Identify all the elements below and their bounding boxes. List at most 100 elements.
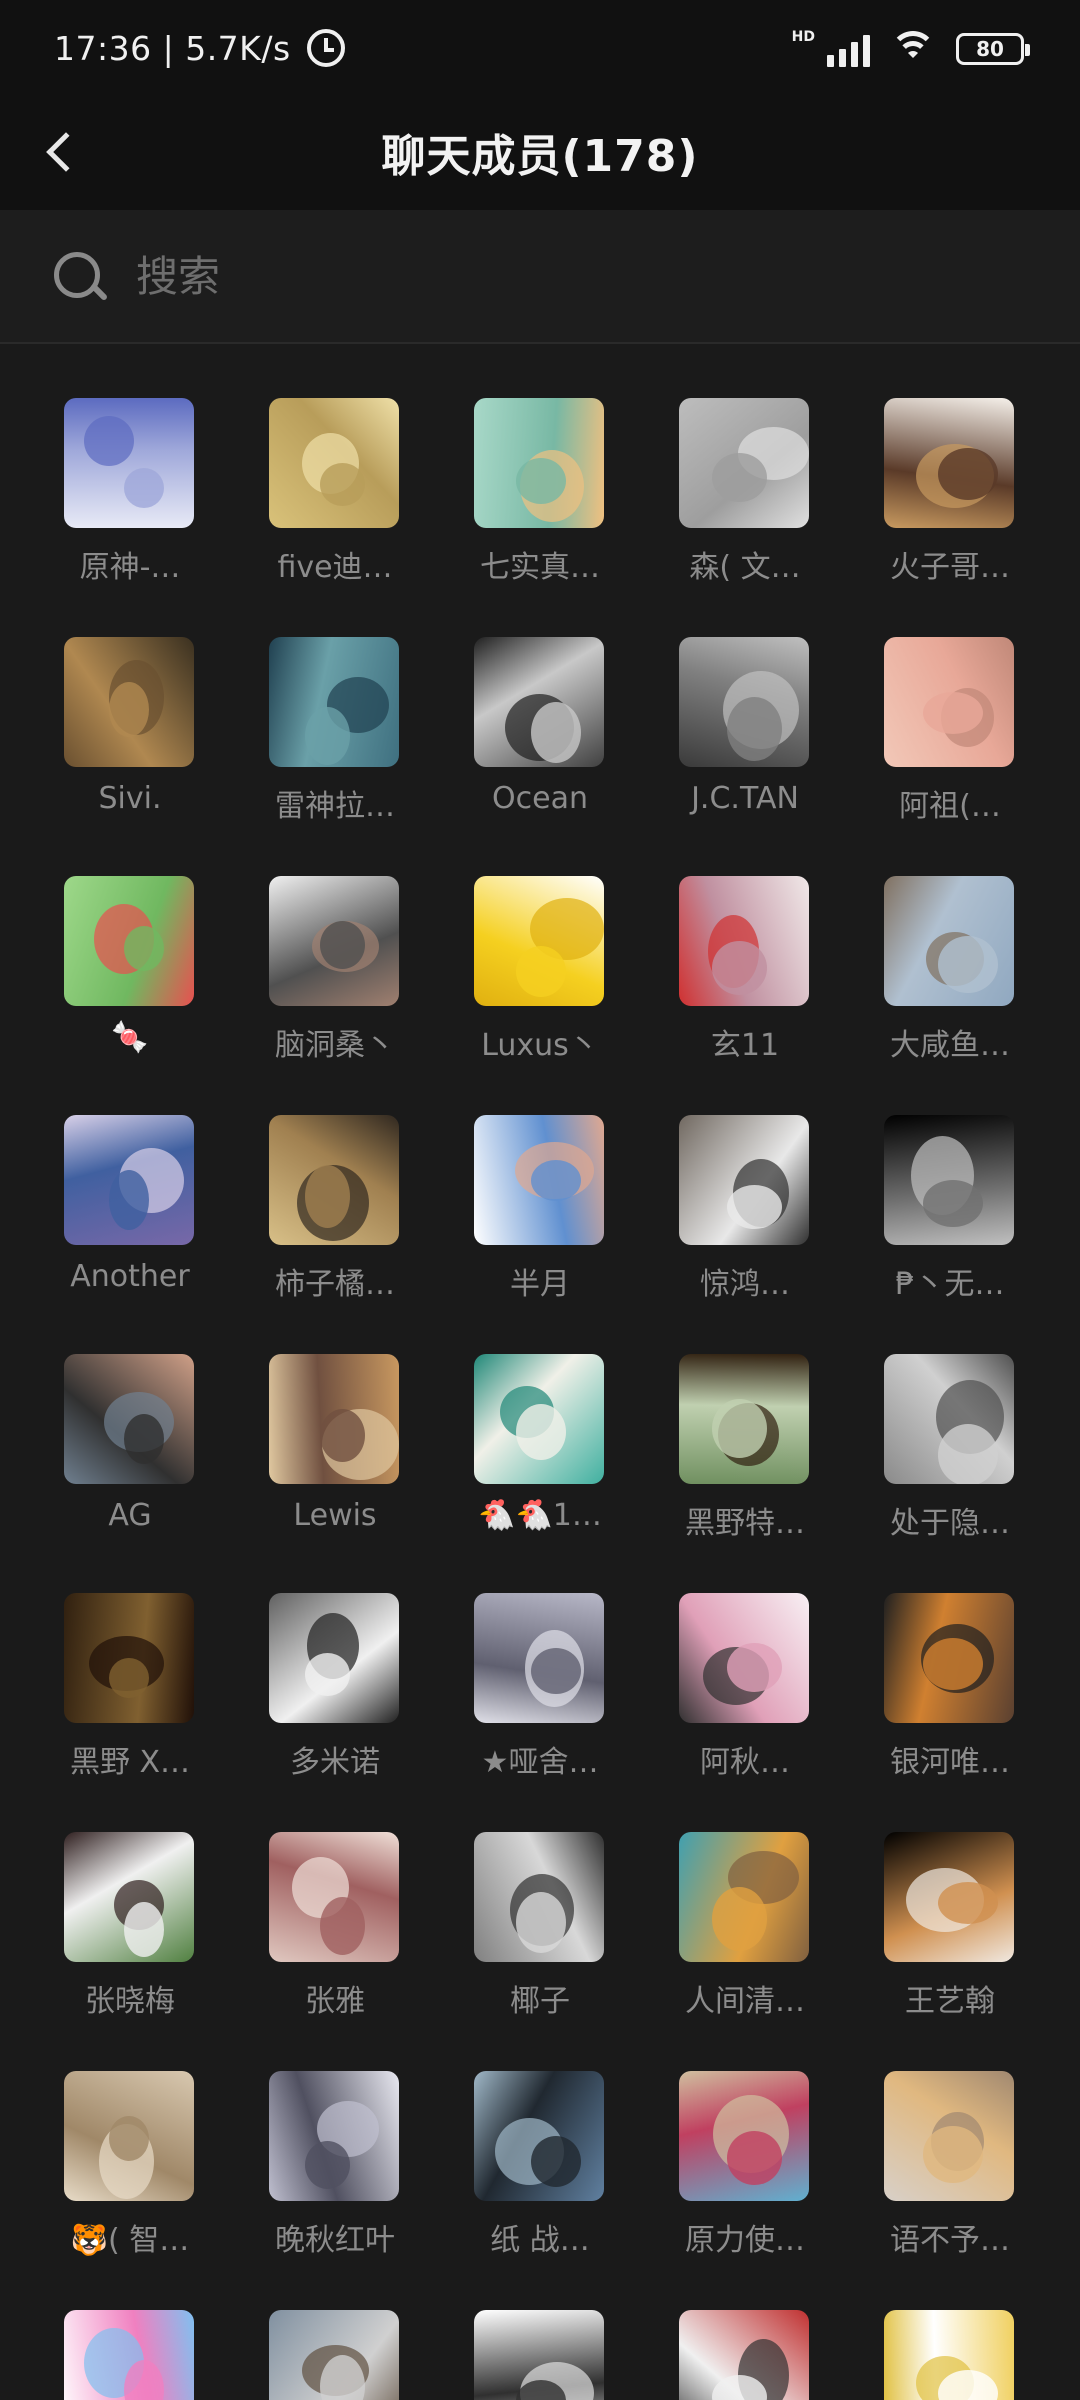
member-item[interactable]: 🐔🐔1… [433, 1302, 638, 1533]
member-name: Lewis [293, 1498, 377, 1533]
member-item[interactable]: 雷神拉… [228, 585, 433, 824]
member-item[interactable]: 晚秋红叶 [228, 2019, 433, 2258]
member-name: 人间清… [685, 1984, 805, 2019]
member-name: Sivi. [98, 781, 162, 816]
member-item[interactable]: 玄11 [638, 824, 843, 1063]
member-item[interactable] [843, 2258, 1048, 2400]
member-avatar [474, 1832, 604, 1962]
member-name: 阿祖(… [899, 789, 1001, 824]
member-item[interactable]: 黑野 X… [23, 1541, 228, 1780]
member-avatar [269, 1593, 399, 1723]
member-item[interactable]: 处于隐… [843, 1302, 1048, 1541]
member-item[interactable]: ₱丶无… [843, 1063, 1048, 1302]
member-avatar [64, 1593, 194, 1723]
member-item[interactable]: 🍬 [23, 824, 228, 1055]
search-bar[interactable] [0, 210, 1080, 344]
member-item[interactable]: 原神-… [23, 346, 228, 585]
member-item[interactable]: 原力使… [638, 2019, 843, 2258]
member-name: 惊鸿… [700, 1267, 790, 1302]
member-item[interactable]: J.C.TAN [638, 585, 843, 816]
member-item[interactable]: Ocean [433, 585, 638, 816]
member-item[interactable] [23, 2258, 228, 2400]
member-item[interactable]: 七实真… [433, 346, 638, 585]
member-name: five迪… [277, 550, 393, 585]
member-item[interactable]: 语不予… [843, 2019, 1048, 2258]
member-avatar [64, 2310, 194, 2400]
page-title: 聊天成员(178) [381, 131, 699, 182]
member-avatar [679, 1354, 809, 1484]
member-item[interactable]: Sivi. [23, 585, 228, 816]
member-item[interactable]: 椰子 [433, 1780, 638, 2019]
member-name: 王艺翰 [905, 1984, 995, 2019]
member-avatar [884, 1354, 1014, 1484]
member-name: Luxus丶 [481, 1028, 599, 1063]
member-item[interactable]: 银河唯… [843, 1541, 1048, 1780]
member-avatar [474, 1115, 604, 1245]
member-item[interactable]: 张晓梅 [23, 1780, 228, 2019]
member-item[interactable]: 阿祖(… [843, 585, 1048, 824]
member-avatar [64, 1115, 194, 1245]
member-avatar [269, 2071, 399, 2201]
member-name: 晚秋红叶 [275, 2223, 395, 2258]
member-item[interactable]: Another [23, 1063, 228, 1294]
battery-level: 80 [976, 37, 1004, 61]
member-avatar [679, 2071, 809, 2201]
member-avatar [64, 2071, 194, 2201]
member-avatar [269, 1832, 399, 1962]
member-item[interactable]: 多米诺 [228, 1541, 433, 1780]
member-item[interactable]: 半月 [433, 1063, 638, 1302]
member-item[interactable] [228, 2258, 433, 2400]
member-avatar [269, 2310, 399, 2400]
member-name: 雷神拉… [275, 789, 395, 824]
member-item[interactable]: 人间清… [638, 1780, 843, 2019]
network-type-label: HD [791, 29, 815, 45]
member-avatar [474, 2071, 604, 2201]
member-item[interactable]: 阿秋… [638, 1541, 843, 1780]
member-avatar [269, 398, 399, 528]
member-name: 🍬 [111, 1020, 149, 1055]
member-name: 语不予… [890, 2223, 1010, 2258]
member-item[interactable]: Lewis [228, 1302, 433, 1533]
member-avatar [679, 1115, 809, 1245]
member-avatar [64, 1354, 194, 1484]
member-name: ₱丶无… [895, 1267, 1005, 1302]
member-item[interactable]: 柿子橘… [228, 1063, 433, 1302]
member-item[interactable]: Luxus丶 [433, 824, 638, 1063]
member-avatar [679, 637, 809, 767]
member-item[interactable]: 大咸鱼… [843, 824, 1048, 1063]
member-item[interactable]: five迪… [228, 346, 433, 585]
member-name: 半月 [510, 1267, 570, 1302]
member-name: Another [70, 1259, 190, 1294]
wifi-icon [890, 29, 936, 69]
member-avatar [679, 398, 809, 528]
member-item[interactable]: 王艺翰 [843, 1780, 1048, 2019]
member-name: 阿秋… [700, 1745, 790, 1780]
member-item[interactable] [433, 2258, 638, 2400]
member-item[interactable]: 🐯( 智… [23, 2019, 228, 2258]
member-name: 纸 战… [490, 2223, 590, 2258]
member-avatar [884, 1593, 1014, 1723]
member-name: 处于隐… [890, 1506, 1010, 1541]
member-item[interactable]: 火子哥… [843, 346, 1048, 585]
member-item[interactable]: AG [23, 1302, 228, 1533]
status-right: HD 80 [791, 24, 1030, 74]
member-avatar [64, 1832, 194, 1962]
member-name: 🐔🐔1… [478, 1498, 602, 1533]
member-name: Ocean [492, 781, 588, 816]
member-item[interactable]: 惊鸿… [638, 1063, 843, 1302]
member-item[interactable]: 脑洞桑丶 [228, 824, 433, 1063]
member-avatar [679, 1832, 809, 1962]
member-item[interactable]: 黑野特… [638, 1302, 843, 1541]
member-item[interactable]: 森( 文… [638, 346, 843, 585]
member-avatar [474, 637, 604, 767]
signal-icon [827, 31, 870, 67]
search-input[interactable] [136, 246, 1016, 306]
status-time: 17:36 | 5.7K/s [54, 28, 291, 68]
member-avatar [679, 2310, 809, 2400]
member-name: 七实真… [480, 550, 600, 585]
member-item[interactable]: 纸 战… [433, 2019, 638, 2258]
member-name: ★哑舍… [481, 1745, 599, 1780]
member-item[interactable] [638, 2258, 843, 2400]
member-item[interactable]: ★哑舍… [433, 1541, 638, 1780]
member-item[interactable]: 张雅 [228, 1780, 433, 2019]
